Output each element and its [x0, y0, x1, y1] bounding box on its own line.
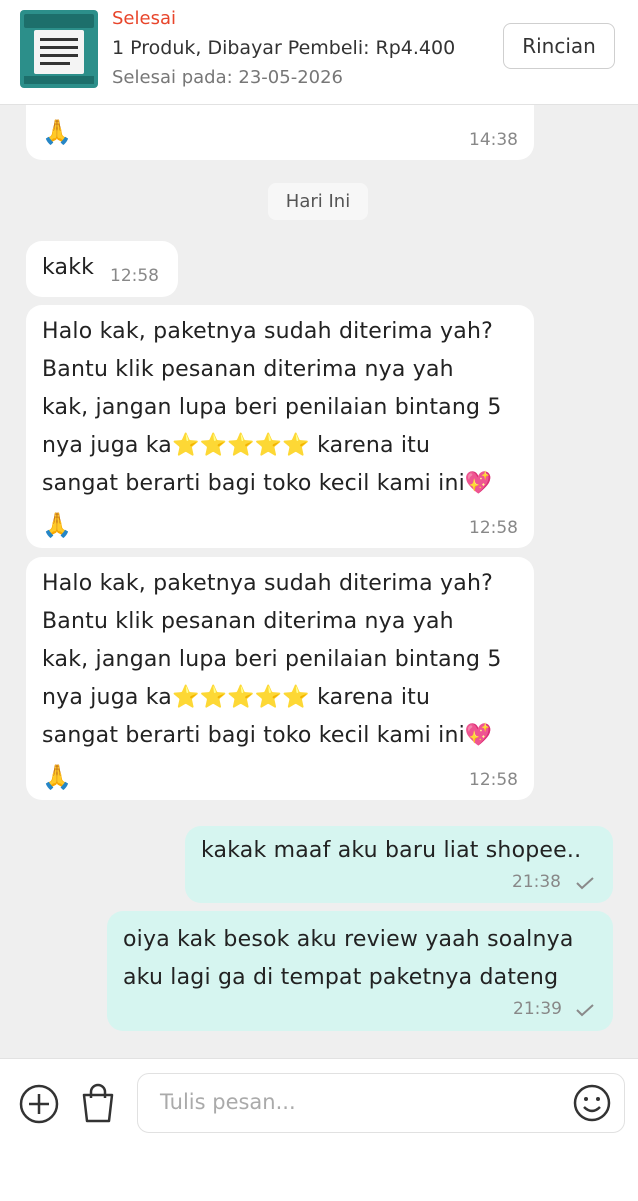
message-text: Halo kak, paketnya sudah diterima yah? B…: [42, 571, 502, 748]
order-completed-date: Selesai pada: 23-05-2026: [112, 67, 344, 88]
day-separator: Hari Ini: [268, 183, 368, 220]
order-summary: 1 Produk, Dibayar Pembeli: Rp4.400: [112, 37, 456, 59]
message-time: 21:38: [512, 872, 561, 892]
detail-button[interactable]: Rincian: [503, 23, 615, 69]
sent-check-icon: [576, 877, 594, 890]
message-bubble[interactable]: Halo kak, paketnya sudah diterima yah? B…: [26, 305, 534, 548]
message-bubble[interactable]: Halo kak, paketnya sudah diterima yah? B…: [26, 557, 534, 800]
message-time: 12:58: [469, 518, 518, 538]
message-text: kakak maaf aku baru liat shopee..: [201, 838, 582, 863]
shopping-bag-icon[interactable]: [78, 1082, 118, 1124]
message-time: 14:38: [469, 130, 518, 150]
emoji-icon[interactable]: [572, 1083, 612, 1123]
plus-circle-icon[interactable]: [18, 1083, 60, 1125]
message-bubble[interactable]: kakk 12:58: [26, 241, 178, 297]
message-text: kakk: [42, 255, 95, 280]
pray-emoji: 🙏: [42, 763, 72, 791]
message-time: 12:58: [469, 770, 518, 790]
message-text: Halo kak, paketnya sudah diterima yah? B…: [42, 319, 502, 496]
message-composer: Tulis pesan...: [0, 1058, 638, 1201]
pray-emoji: 🙏: [42, 511, 72, 539]
message-text: 🙏: [42, 118, 72, 146]
product-thumbnail[interactable]: [20, 10, 98, 88]
message-time: 21:39: [513, 999, 562, 1019]
message-time: 12:58: [110, 266, 159, 286]
message-text: oiya kak besok aku review yaah soalnya a…: [123, 927, 574, 990]
message-input-placeholder: Tulis pesan...: [160, 1090, 296, 1114]
sent-check-icon: [576, 1004, 594, 1017]
message-input[interactable]: Tulis pesan...: [137, 1073, 625, 1133]
message-bubble[interactable]: oiya kak besok aku review yaah soalnya a…: [107, 911, 613, 1031]
message-bubble[interactable]: kakak maaf aku baru liat shopee.. 21:38: [185, 826, 613, 903]
order-header: Selesai 1 Produk, Dibayar Pembeli: Rp4.4…: [0, 0, 638, 105]
order-status: Selesai: [112, 8, 176, 29]
